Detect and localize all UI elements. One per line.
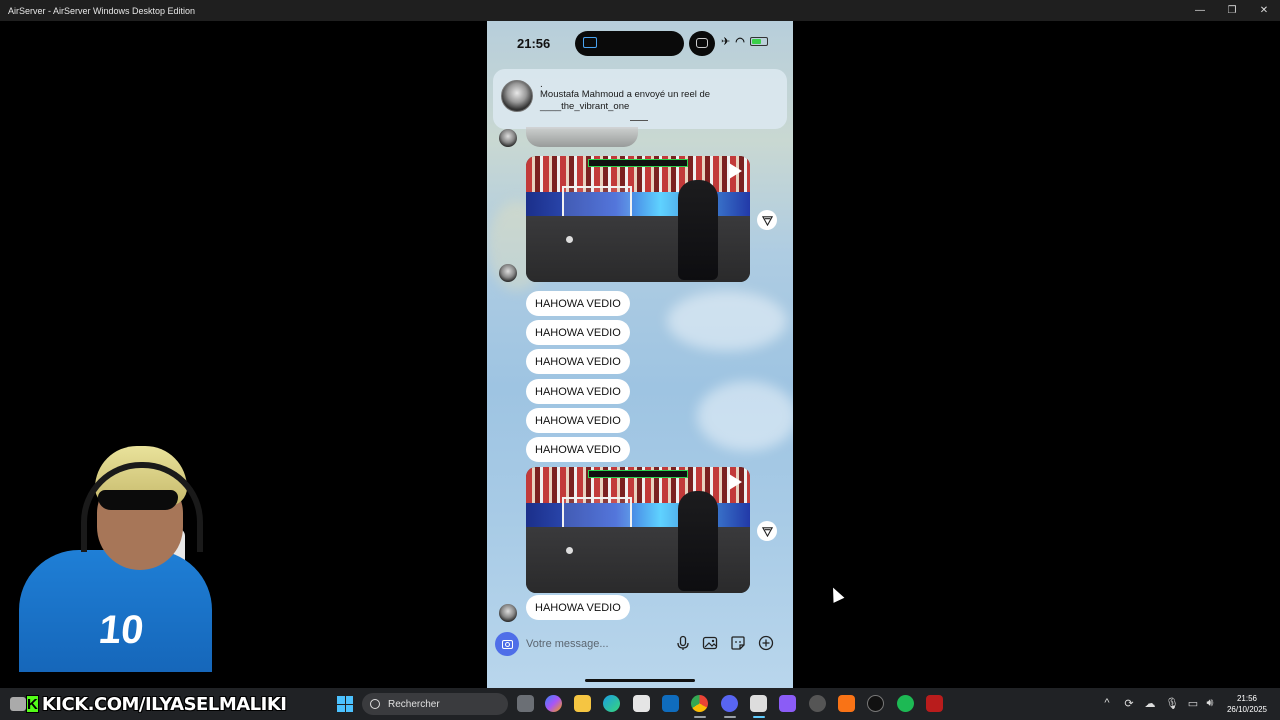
tray-overflow-icon[interactable]: ^ bbox=[1100, 696, 1114, 710]
plus-icon bbox=[758, 635, 774, 651]
display-icon[interactable]: ▭ bbox=[1186, 696, 1200, 710]
message-bubble[interactable]: HAHOWA VEDIO bbox=[526, 437, 630, 462]
close-button[interactable]: ✕ bbox=[1248, 0, 1280, 21]
message-input[interactable] bbox=[526, 634, 676, 654]
sender-avatar[interactable] bbox=[499, 264, 517, 282]
minimize-button[interactable]: — bbox=[1184, 0, 1216, 21]
phone-screen-mirror: 21:56 ✈ ◠ . Moustafa Mahmoud a envoyé un… bbox=[487, 21, 793, 688]
airplay-icon bbox=[583, 37, 597, 48]
status-clock: 21:56 bbox=[517, 36, 551, 51]
reel-video-message[interactable] bbox=[526, 156, 750, 282]
copilot-icon[interactable] bbox=[545, 695, 562, 712]
chrome-icon[interactable] bbox=[691, 695, 708, 712]
windows-taskbar: K KICK.COM/ILYASELMALIKI Rechercher ^ ⟳ … bbox=[0, 688, 1280, 720]
title-bar: AirServer - AirServer Windows Desktop Ed… bbox=[0, 0, 1280, 21]
message-bubble[interactable]: HAHOWA VEDIO bbox=[526, 320, 630, 345]
sticker-icon bbox=[731, 636, 745, 650]
volume-icon[interactable]: 🔊︎ bbox=[1203, 696, 1217, 710]
wifi-icon: ◠ bbox=[735, 36, 745, 48]
jersey-number: 10 bbox=[96, 608, 146, 652]
image-icon bbox=[702, 636, 718, 650]
cloud-decoration bbox=[667, 291, 787, 351]
airplane-icon: ✈ bbox=[721, 36, 731, 48]
restore-button[interactable]: ❐ bbox=[1216, 0, 1248, 21]
home-indicator[interactable] bbox=[585, 679, 695, 682]
battery-icon bbox=[749, 37, 768, 46]
send-icon bbox=[761, 526, 773, 537]
ios-status-bar: 21:56 ✈ ◠ bbox=[487, 21, 793, 69]
message-bubble[interactable]: HAHOWA VEDIO bbox=[526, 379, 630, 404]
kick-channel-banner: K KICK.COM/ILYASELMALIKI bbox=[10, 691, 287, 717]
window-controls: — ❐ ✕ bbox=[1184, 0, 1280, 21]
task-view-icon[interactable] bbox=[517, 695, 534, 712]
search-icon bbox=[370, 699, 380, 709]
previous-reel-thumbnail[interactable] bbox=[526, 127, 638, 147]
discord-icon[interactable] bbox=[721, 695, 738, 712]
sync-icon[interactable]: ⟳ bbox=[1122, 696, 1136, 710]
kick-logo: K bbox=[26, 695, 39, 713]
streamer-webcam: 10 bbox=[19, 440, 214, 672]
search-label: Rechercher bbox=[388, 698, 440, 710]
cloud-icon[interactable]: ☁ bbox=[1143, 696, 1157, 710]
sticker-button[interactable] bbox=[730, 635, 746, 651]
file-explorer-icon[interactable] bbox=[574, 695, 591, 712]
dynamic-island[interactable] bbox=[575, 31, 684, 56]
taskbar-clock[interactable]: 21:56 26/10/2025 bbox=[1221, 693, 1273, 715]
scoreboard bbox=[588, 470, 688, 478]
add-button[interactable] bbox=[758, 635, 774, 651]
notification-avatar bbox=[501, 80, 533, 112]
app-icon[interactable] bbox=[926, 695, 943, 712]
start-button[interactable] bbox=[337, 696, 353, 712]
system-icons: ✈ ◠ bbox=[721, 35, 768, 48]
obs-icon[interactable] bbox=[809, 695, 826, 712]
message-bubble[interactable]: HAHOWA VEDIO bbox=[526, 408, 630, 433]
microphone-button[interactable] bbox=[675, 635, 691, 651]
notification-banner[interactable]: . Moustafa Mahmoud a envoyé un reel de _… bbox=[493, 69, 787, 129]
reel-video-message[interactable] bbox=[526, 467, 750, 593]
microphone-icon[interactable]: 🎙︎ bbox=[1165, 696, 1179, 710]
app-icon[interactable] bbox=[867, 695, 884, 712]
camera-icon bbox=[501, 639, 513, 649]
clock-time: 21:56 bbox=[1236, 694, 1258, 703]
notification-text: Moustafa Mahmoud a envoyé un reel de ___… bbox=[540, 89, 711, 112]
screen-mirror-icon bbox=[696, 38, 708, 48]
airserver-icon[interactable] bbox=[750, 695, 767, 712]
hat-icon bbox=[10, 697, 26, 711]
send-icon bbox=[761, 215, 773, 226]
sender-avatar[interactable] bbox=[499, 129, 517, 147]
clock-date: 26/10/2025 bbox=[1226, 705, 1268, 714]
screen-mirroring-indicator[interactable] bbox=[689, 31, 715, 56]
spotify-icon[interactable] bbox=[897, 695, 914, 712]
sender-avatar[interactable] bbox=[499, 604, 517, 622]
outlook-icon[interactable] bbox=[662, 695, 679, 712]
mouse-cursor bbox=[827, 585, 845, 603]
gallery-button[interactable] bbox=[702, 635, 718, 651]
camera-button[interactable] bbox=[495, 632, 519, 656]
window-title: AirServer - AirServer Windows Desktop Ed… bbox=[8, 5, 196, 16]
share-reel-button[interactable] bbox=[757, 210, 777, 230]
airserver-window: AirServer - AirServer Windows Desktop Ed… bbox=[0, 0, 1280, 720]
edge-icon[interactable] bbox=[603, 695, 620, 712]
scoreboard bbox=[588, 159, 688, 167]
play-icon[interactable] bbox=[729, 163, 742, 179]
message-composer bbox=[491, 625, 789, 663]
play-icon[interactable] bbox=[729, 474, 742, 490]
message-bubble[interactable]: HAHOWA VEDIO bbox=[526, 291, 630, 316]
app-icon[interactable] bbox=[838, 695, 855, 712]
message-bubble[interactable]: HAHOWA VEDIO bbox=[526, 595, 630, 620]
share-reel-button[interactable] bbox=[757, 521, 777, 541]
game-icon[interactable] bbox=[779, 695, 796, 712]
taskbar-search[interactable]: Rechercher bbox=[362, 693, 508, 715]
notification-handle bbox=[630, 120, 648, 121]
store-icon[interactable] bbox=[633, 695, 650, 712]
cloud-decoration bbox=[697, 381, 793, 451]
message-bubble[interactable]: HAHOWA VEDIO bbox=[526, 349, 630, 374]
microphone-icon bbox=[677, 635, 689, 650]
kick-url: KICK.COM/ILYASELMALIKI bbox=[41, 693, 287, 715]
